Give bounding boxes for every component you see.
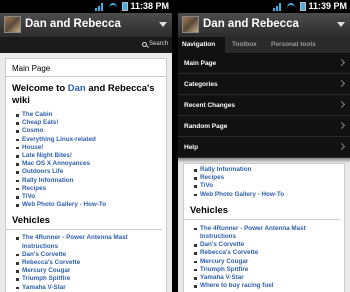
page-title: Main Page [6,59,166,77]
menu-item-categories[interactable]: Categories [178,74,350,95]
signal-icon [273,2,282,11]
page-links: Rally Information Recipes TiVo Web Photo… [184,164,344,199]
menu-item-help[interactable]: Help [178,137,350,158]
dan-link[interactable]: Dan [68,83,86,94]
list-item[interactable]: Rally Information [16,177,160,185]
list-item[interactable]: Yamaha V-Star [16,284,160,292]
list-item[interactable]: Cheap Eats! [16,119,160,127]
list-item[interactable]: Outdoors Life [16,168,160,176]
list-item[interactable]: Late Night Bites! [16,152,160,160]
chevron-right-icon [337,58,346,67]
page-links: The Cabin Cheap Eats! Cosmo Everything L… [6,110,166,209]
menu-item-recent-changes[interactable]: Recent Changes [178,95,350,116]
clock: 11:39 PM [308,1,347,11]
tab-personal-tools[interactable]: Personal tools [267,37,320,53]
list-item[interactable]: Mercury Cougar [194,258,338,266]
navigation-menu: Navigation Toolbox Personal tools Main P… [178,37,350,158]
list-item[interactable]: Yamaha V-Star [194,274,338,282]
list-item[interactable]: The 4Runner - Power Antenna Mast Instruc… [16,234,160,250]
signal-icon [95,2,104,11]
vehicles-heading: Vehicles [184,199,340,220]
left-screen: 11:38 PM Dan and Rebecca Search Main Pag… [0,0,172,292]
chevron-down-icon[interactable] [159,22,167,27]
avatar [182,16,199,33]
list-item[interactable]: Web Photo Gallery - How-To [194,191,338,199]
list-item[interactable]: Web Photo Gallery - How-To [16,201,160,209]
app-titlebar[interactable]: Dan and Rebecca [178,13,350,37]
status-bar: 11:39 PM [178,0,350,13]
battery-icon [300,2,306,11]
list-item[interactable]: Cosmo [16,127,160,135]
vehicle-links: The 4Runner - Power Antenna Mast Instruc… [184,223,344,291]
search-bar[interactable]: Search [0,37,172,53]
list-item[interactable]: TiVo [194,182,338,190]
chevron-right-icon [337,79,346,88]
tab-navigation[interactable]: Navigation [178,37,225,53]
content-card: Rally Information Recipes TiVo Web Photo… [183,163,345,292]
vehicles-heading: Vehicles [6,209,162,231]
chevron-down-icon[interactable] [337,22,345,27]
avatar [4,16,21,33]
wifi-icon [108,2,118,11]
menu-item-random-page[interactable]: Random Page [178,116,350,137]
welcome-heading: Welcome to Dan and Rebecca's wiki [12,83,155,106]
search-icon [141,41,147,47]
chevron-right-icon [337,142,346,151]
list-item[interactable]: Recipes [16,185,160,193]
list-item[interactable]: Where to buy racing fuel [194,282,338,290]
chevron-right-icon [337,121,346,130]
list-item[interactable]: Rebecca's Corvette [194,249,338,257]
clock: 11:38 PM [130,1,169,11]
list-item[interactable]: Mac OS X Annoyances [16,160,160,168]
content-card: Main Page Welcome to Dan and Rebecca's w… [5,58,167,292]
list-item[interactable]: Dan's Corvette [194,241,338,249]
list-item[interactable]: Triumph Spitfire [194,266,338,274]
list-item[interactable]: The Cabin [16,111,160,119]
chevron-right-icon [337,100,346,109]
list-item[interactable]: Dan's Corvette [16,251,160,259]
list-item[interactable]: Rally Information [194,166,338,174]
wifi-icon [286,2,296,11]
vehicle-links: The 4Runner - Power Antenna Mast Instruc… [6,233,166,292]
battery-icon [122,2,128,11]
list-item[interactable]: Recipes [194,174,338,182]
status-bar: 11:38 PM [0,0,172,13]
menu-tabs: Navigation Toolbox Personal tools [178,37,350,53]
menu-item-main-page[interactable]: Main Page [178,53,350,74]
right-screen: 11:39 PM Dan and Rebecca Navigation Tool… [178,0,350,292]
list-item[interactable]: TiVo [16,193,160,201]
list-item[interactable]: Mercury Cougar [16,267,160,275]
tab-toolbox[interactable]: Toolbox [228,37,261,53]
list-item[interactable]: Everything Linux-related [16,136,160,144]
app-title: Dan and Rebecca [203,18,299,30]
list-item[interactable]: Triumph Spitfire [16,275,160,283]
list-item[interactable]: Rebecca's Corvette [16,259,160,267]
list-item[interactable]: House! [16,144,160,152]
search-label: Search [148,41,168,47]
app-titlebar[interactable]: Dan and Rebecca [0,13,172,37]
list-item[interactable]: The 4Runner - Power Antenna Mast Instruc… [194,225,338,241]
app-title: Dan and Rebecca [25,18,121,30]
